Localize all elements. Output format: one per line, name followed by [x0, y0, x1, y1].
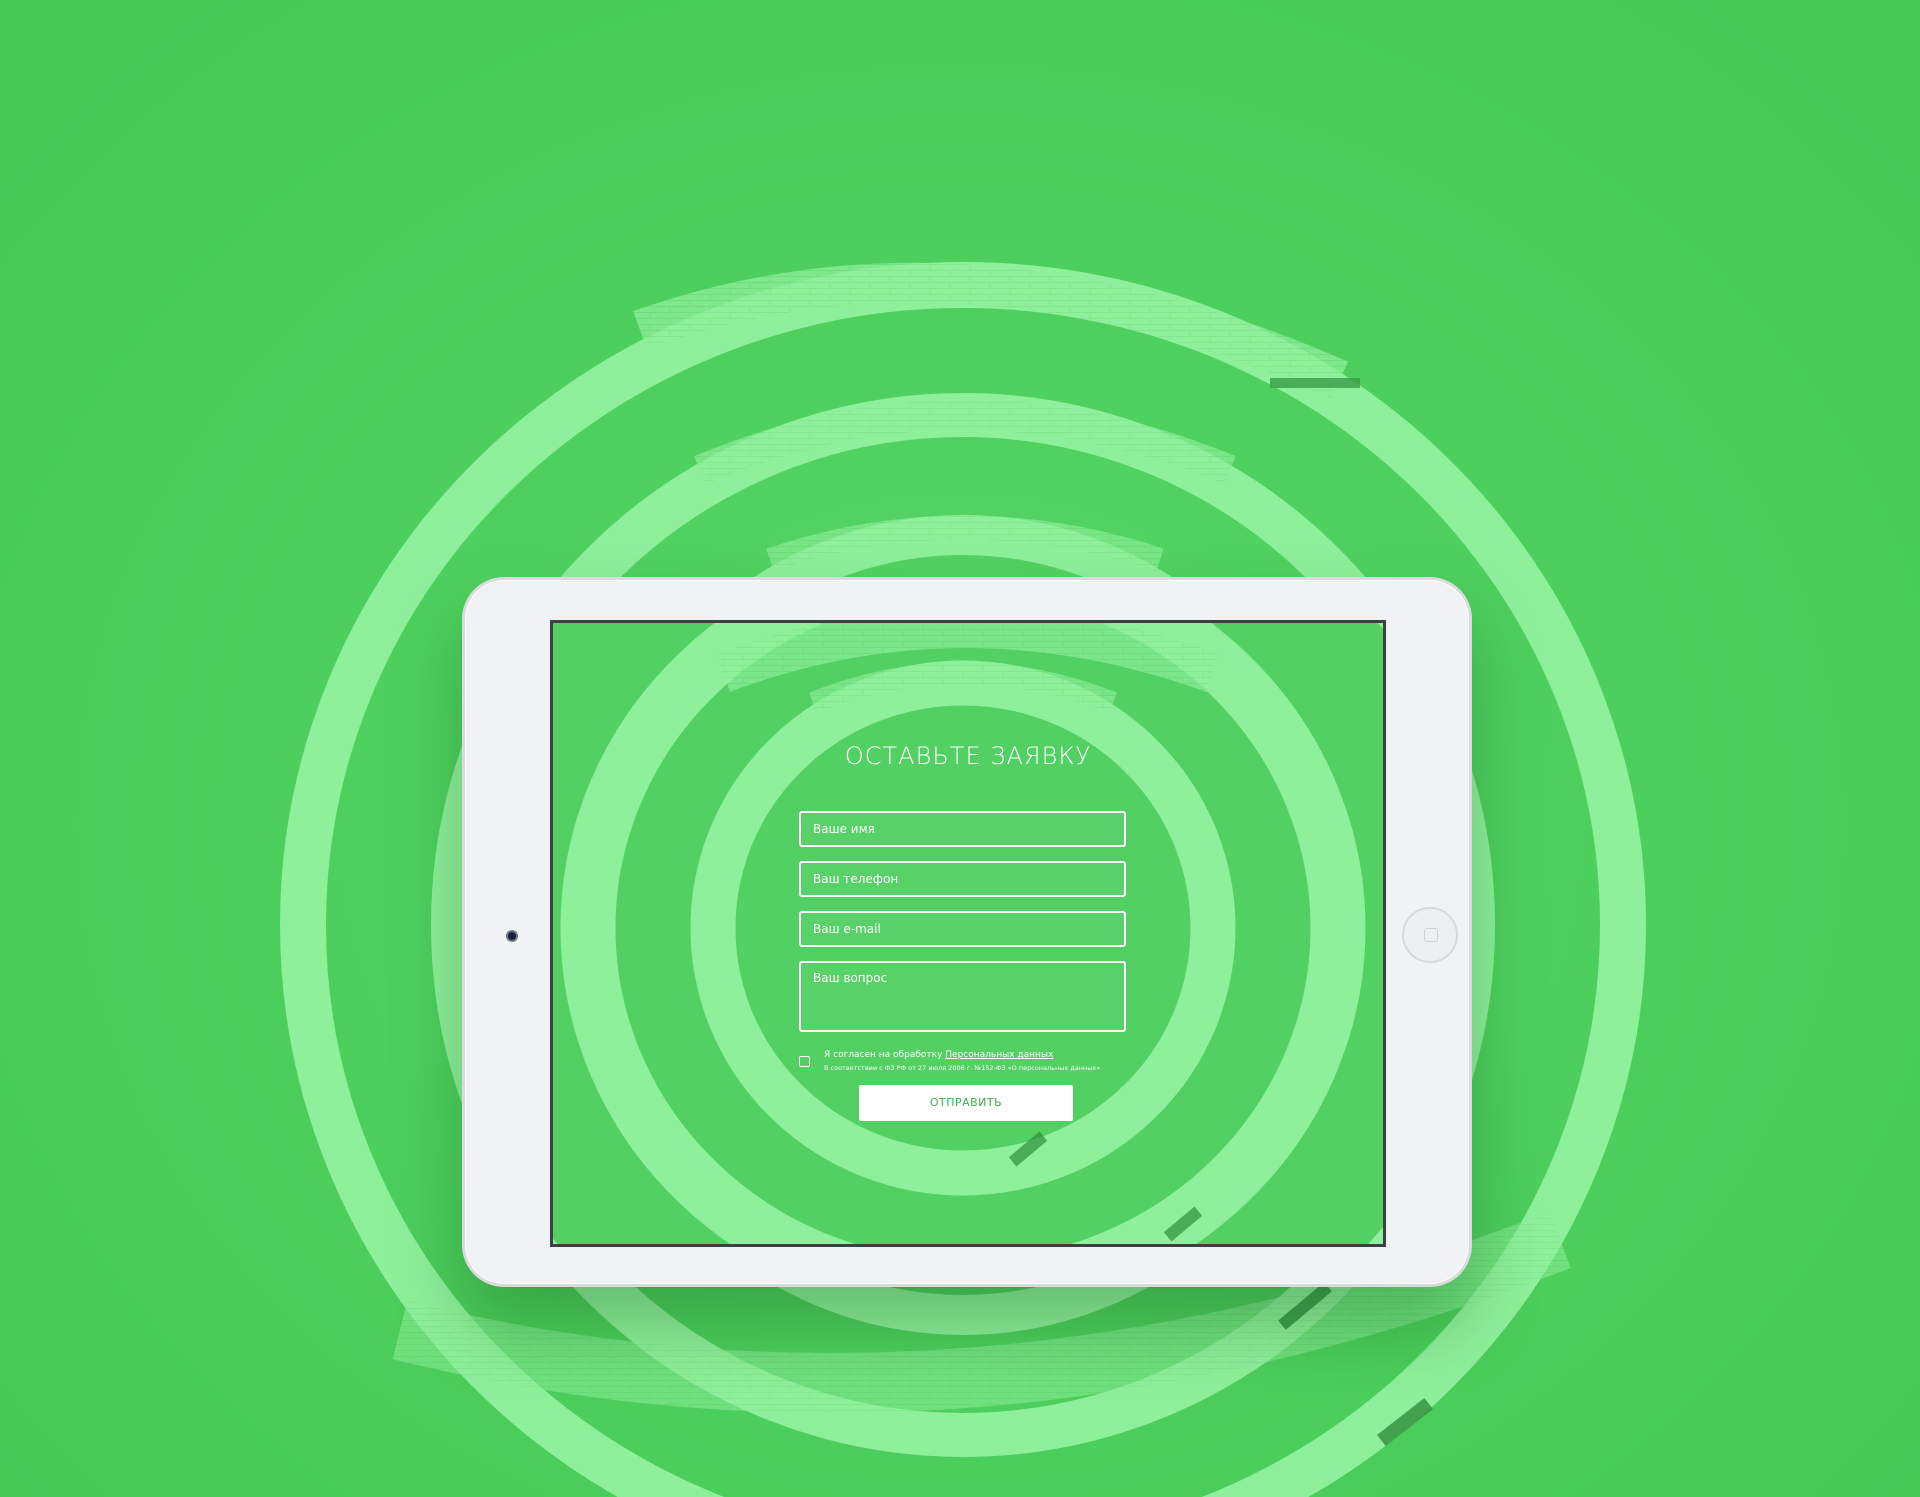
submit-button[interactable]: ОТПРАВИТЬ: [859, 1085, 1073, 1121]
tablet-camera-icon: [506, 930, 518, 942]
tablet-home-button-icon: [1402, 907, 1458, 963]
consent-text: Я согласен на обработку: [824, 1050, 946, 1060]
tablet-screen: ОСТАВЬТЕ ЗАЯВКУ Ваше имя Ваш телефон Ваш…: [550, 620, 1386, 1247]
tablet-device: ОСТАВЬТЕ ЗАЯВКУ Ваше имя Ваш телефон Ваш…: [462, 577, 1472, 1287]
email-input[interactable]: Ваш e-mail: [799, 911, 1126, 947]
question-textarea[interactable]: Ваш вопрос: [799, 961, 1126, 1032]
promo-scene: ОСТАВЬТЕ ЗАЯВКУ Ваше имя Ваш телефон Ваш…: [0, 0, 1920, 1497]
form-title: ОСТАВЬТЕ ЗАЯВКУ: [844, 742, 1092, 770]
personal-data-link[interactable]: Персональных данных: [945, 1050, 1053, 1060]
consent-label: Я согласен на обработку Персональных дан…: [824, 1050, 1053, 1060]
checkbox-icon[interactable]: [799, 1056, 810, 1067]
phone-input[interactable]: Ваш телефон: [799, 861, 1126, 897]
consent-legal-note: В соответствии с ФЗ РФ от 27 июля 2006 г…: [824, 1064, 1101, 1072]
name-input[interactable]: Ваше имя: [799, 811, 1126, 847]
home-button-glyph: [1424, 928, 1438, 942]
window-slit: [1270, 378, 1360, 388]
